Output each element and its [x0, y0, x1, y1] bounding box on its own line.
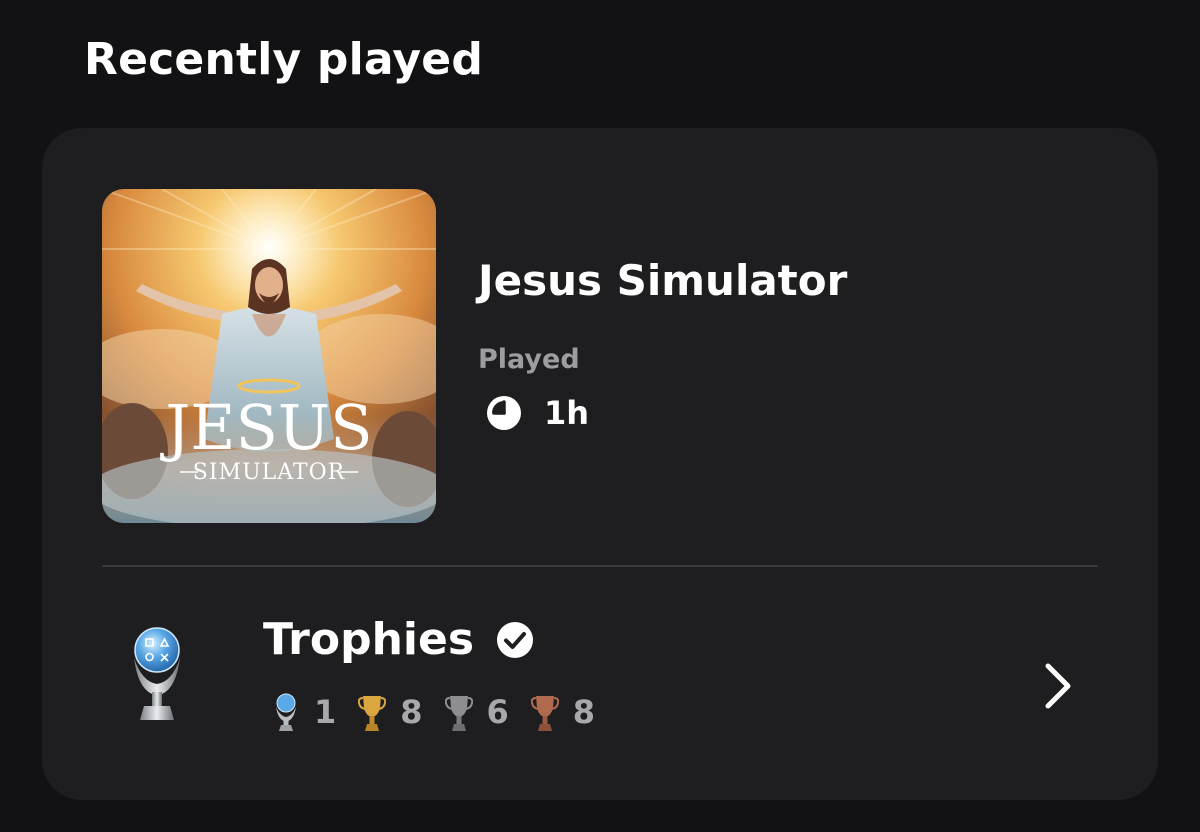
playtime-value: 1h — [544, 394, 590, 432]
game-info: Jesus Simulator Played 1h — [478, 256, 847, 432]
playtime-row: 1h — [486, 394, 589, 432]
platinum-trophy-small-icon — [276, 693, 296, 731]
played-label: Played — [478, 344, 580, 375]
gold-count-value: 8 — [400, 693, 423, 731]
recently-played-card[interactable]: JESUS SIMULATOR Jesus Simulator Played 1… — [42, 128, 1158, 800]
gold-count: 8 — [358, 692, 423, 732]
trophy-counts: 1 8 6 8 — [272, 692, 617, 732]
page: Recently played JESUS SIMULATOR Jesus Si… — [0, 0, 1200, 832]
platinum-count-value: 1 — [314, 693, 337, 731]
game-cover-image[interactable]: JESUS SIMULATOR — [102, 189, 436, 523]
trophies-row[interactable]: Trophies 1 8 6 8 — [42, 568, 1158, 800]
trophies-title: Trophies — [263, 614, 534, 665]
bronze-count: 8 — [530, 692, 596, 732]
clock-icon — [487, 396, 521, 430]
silver-trophy-icon — [444, 696, 473, 731]
gold-trophy-icon — [358, 696, 387, 731]
divider — [102, 565, 1098, 567]
silver-count-value: 6 — [486, 693, 509, 731]
trophies-label: Trophies — [263, 614, 475, 665]
chevron-right-icon[interactable] — [1038, 658, 1078, 714]
silver-count: 6 — [444, 692, 509, 732]
section-title: Recently played — [84, 34, 484, 85]
cover-logo-title: JESUS — [159, 391, 372, 464]
cover-logo-subtitle: SIMULATOR — [193, 460, 346, 485]
bronze-trophy-icon — [530, 696, 559, 731]
platinum-trophy-icon — [134, 627, 180, 720]
game-title[interactable]: Jesus Simulator — [478, 256, 847, 305]
bronze-count-value: 8 — [572, 693, 596, 731]
check-circle-icon — [497, 621, 534, 658]
platinum-count: 1 — [272, 692, 336, 732]
